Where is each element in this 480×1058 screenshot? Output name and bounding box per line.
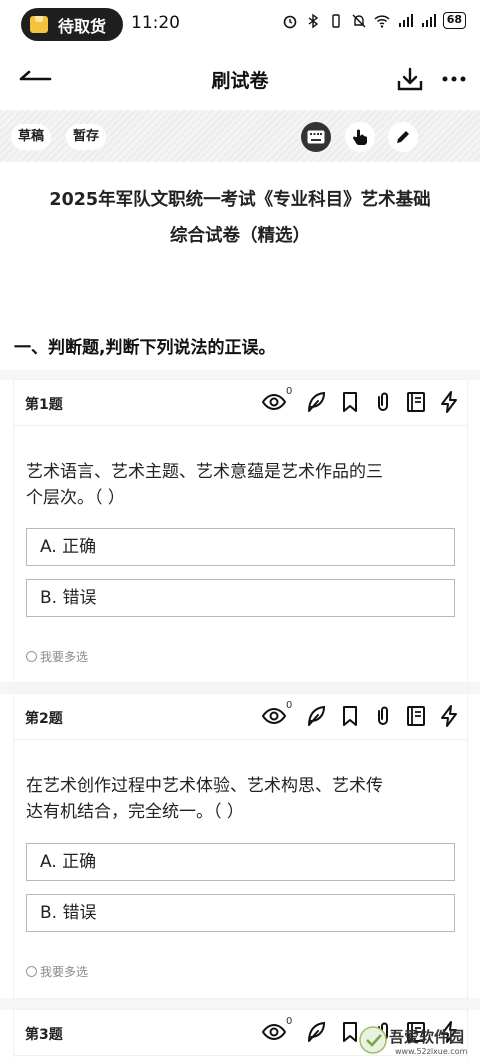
option-b[interactable]: B. 错误 — [26, 894, 455, 932]
divider — [0, 682, 480, 694]
feather-icon[interactable] — [304, 1020, 328, 1044]
question-stem-line: 个层次。（ ） — [26, 488, 125, 508]
radio-circle-icon — [26, 966, 37, 977]
paper-title-line2: 综合试卷（精选） — [170, 226, 310, 246]
hand-pointer-icon — [353, 129, 367, 146]
feather-icon[interactable] — [304, 390, 328, 414]
eye-icon[interactable] — [262, 704, 286, 728]
question-stem-line: 艺术语言、艺术主题、艺术意蕴是艺术作品的三 — [26, 462, 383, 482]
download-icon[interactable] — [397, 67, 423, 91]
notebook-icon[interactable] — [404, 704, 428, 728]
signal-icon — [421, 13, 436, 27]
question-number: 第1题 — [25, 397, 63, 413]
divider — [0, 998, 480, 1010]
multi-select-label: 我要多选 — [40, 650, 89, 664]
battery-indicator: 68 — [442, 12, 466, 29]
question-stem: 艺术语言、艺术主题、艺术意蕴是艺术作品的三 个层次。（ ） — [26, 459, 456, 511]
question-number: 第3题 — [25, 1027, 63, 1043]
touch-mode-button[interactable] — [345, 122, 375, 152]
question-stem-line: 在艺术创作过程中艺术体验、艺术构思、艺术传 — [26, 776, 383, 796]
system-icons: 68 — [282, 12, 466, 29]
signal-icon — [398, 13, 413, 27]
watermark-url: www.52zixue.com — [395, 1047, 468, 1056]
wifi-icon — [374, 14, 390, 28]
nav-bar: 刷试卷 — [0, 48, 480, 110]
watermark-brand: 吾爱软件园 — [389, 1028, 464, 1046]
eye-icon[interactable] — [262, 1020, 286, 1044]
multi-select-toggle[interactable]: 我要多选 — [26, 648, 88, 665]
paperclip-icon[interactable] — [371, 390, 395, 414]
divider — [0, 370, 480, 380]
keyboard-button[interactable] — [301, 122, 331, 152]
question-header: 第2题 0 — [14, 694, 467, 740]
clock: 11:20 — [131, 13, 180, 33]
delivery-pill-label: 待取货 — [58, 16, 107, 36]
view-count: 0 — [286, 1016, 293, 1027]
bookmark-icon[interactable] — [338, 390, 362, 414]
option-b[interactable]: B. 错误 — [26, 579, 455, 617]
bluetooth-icon — [308, 13, 318, 28]
watermark-logo: 吾爱软件园 www.52zixue.com — [359, 1026, 468, 1056]
vibrate-icon — [331, 13, 340, 28]
lightning-icon[interactable] — [437, 390, 461, 414]
paper-title: 2025年军队文职统一考试《专业科目》艺术基础 综合试卷（精选） — [0, 182, 480, 254]
question-stem: 在艺术创作过程中艺术体验、艺术构思、艺术传 达有机结合，完全统一。（ ） — [26, 773, 456, 825]
feather-icon[interactable] — [304, 704, 328, 728]
pencil-icon — [397, 131, 409, 143]
draft-button[interactable]: 草稿 — [11, 124, 52, 150]
multi-select-toggle[interactable]: 我要多选 — [26, 963, 88, 980]
view-count: 0 — [286, 700, 293, 711]
more-icon[interactable] — [442, 76, 466, 82]
paper-title-line1: 2025年军队文职统一考试《专业科目》艺术基础 — [49, 190, 431, 210]
question-stem-line: 达有机结合，完全统一。（ ） — [26, 802, 244, 822]
question-card: 第1题 0 艺术语言、艺术主题、艺术意蕴是艺术作品的三 个层次。（ ） A. 正… — [14, 380, 467, 682]
multi-select-label: 我要多选 — [40, 965, 89, 979]
question-card: 第2题 0 在艺术创作过程中艺术体验、艺术构思、艺术传 达有机结合，完全统一。（… — [14, 694, 467, 998]
keyboard-icon — [307, 130, 325, 144]
view-count: 0 — [286, 386, 293, 397]
status-bar: 待取货 11:20 68 — [0, 0, 480, 48]
section-title: 一、判断题,判断下列说法的正误。 — [14, 338, 276, 358]
option-a[interactable]: A. 正确 — [26, 528, 455, 566]
eye-icon[interactable] — [262, 390, 286, 414]
save-draft-button[interactable]: 暂存 — [66, 124, 107, 150]
option-a[interactable]: A. 正确 — [26, 843, 455, 881]
bookmark-icon[interactable] — [338, 704, 362, 728]
question-number: 第2题 — [25, 711, 63, 727]
delivery-pill[interactable]: 待取货 — [21, 8, 123, 41]
package-icon — [30, 16, 48, 33]
question-header: 第1题 0 — [14, 380, 467, 426]
paperclip-icon[interactable] — [371, 704, 395, 728]
radio-circle-icon — [26, 651, 37, 662]
lightning-icon[interactable] — [437, 704, 461, 728]
edit-button[interactable] — [388, 122, 418, 152]
alarm-icon — [283, 15, 296, 28]
notebook-icon[interactable] — [404, 390, 428, 414]
mute-icon — [352, 14, 366, 27]
